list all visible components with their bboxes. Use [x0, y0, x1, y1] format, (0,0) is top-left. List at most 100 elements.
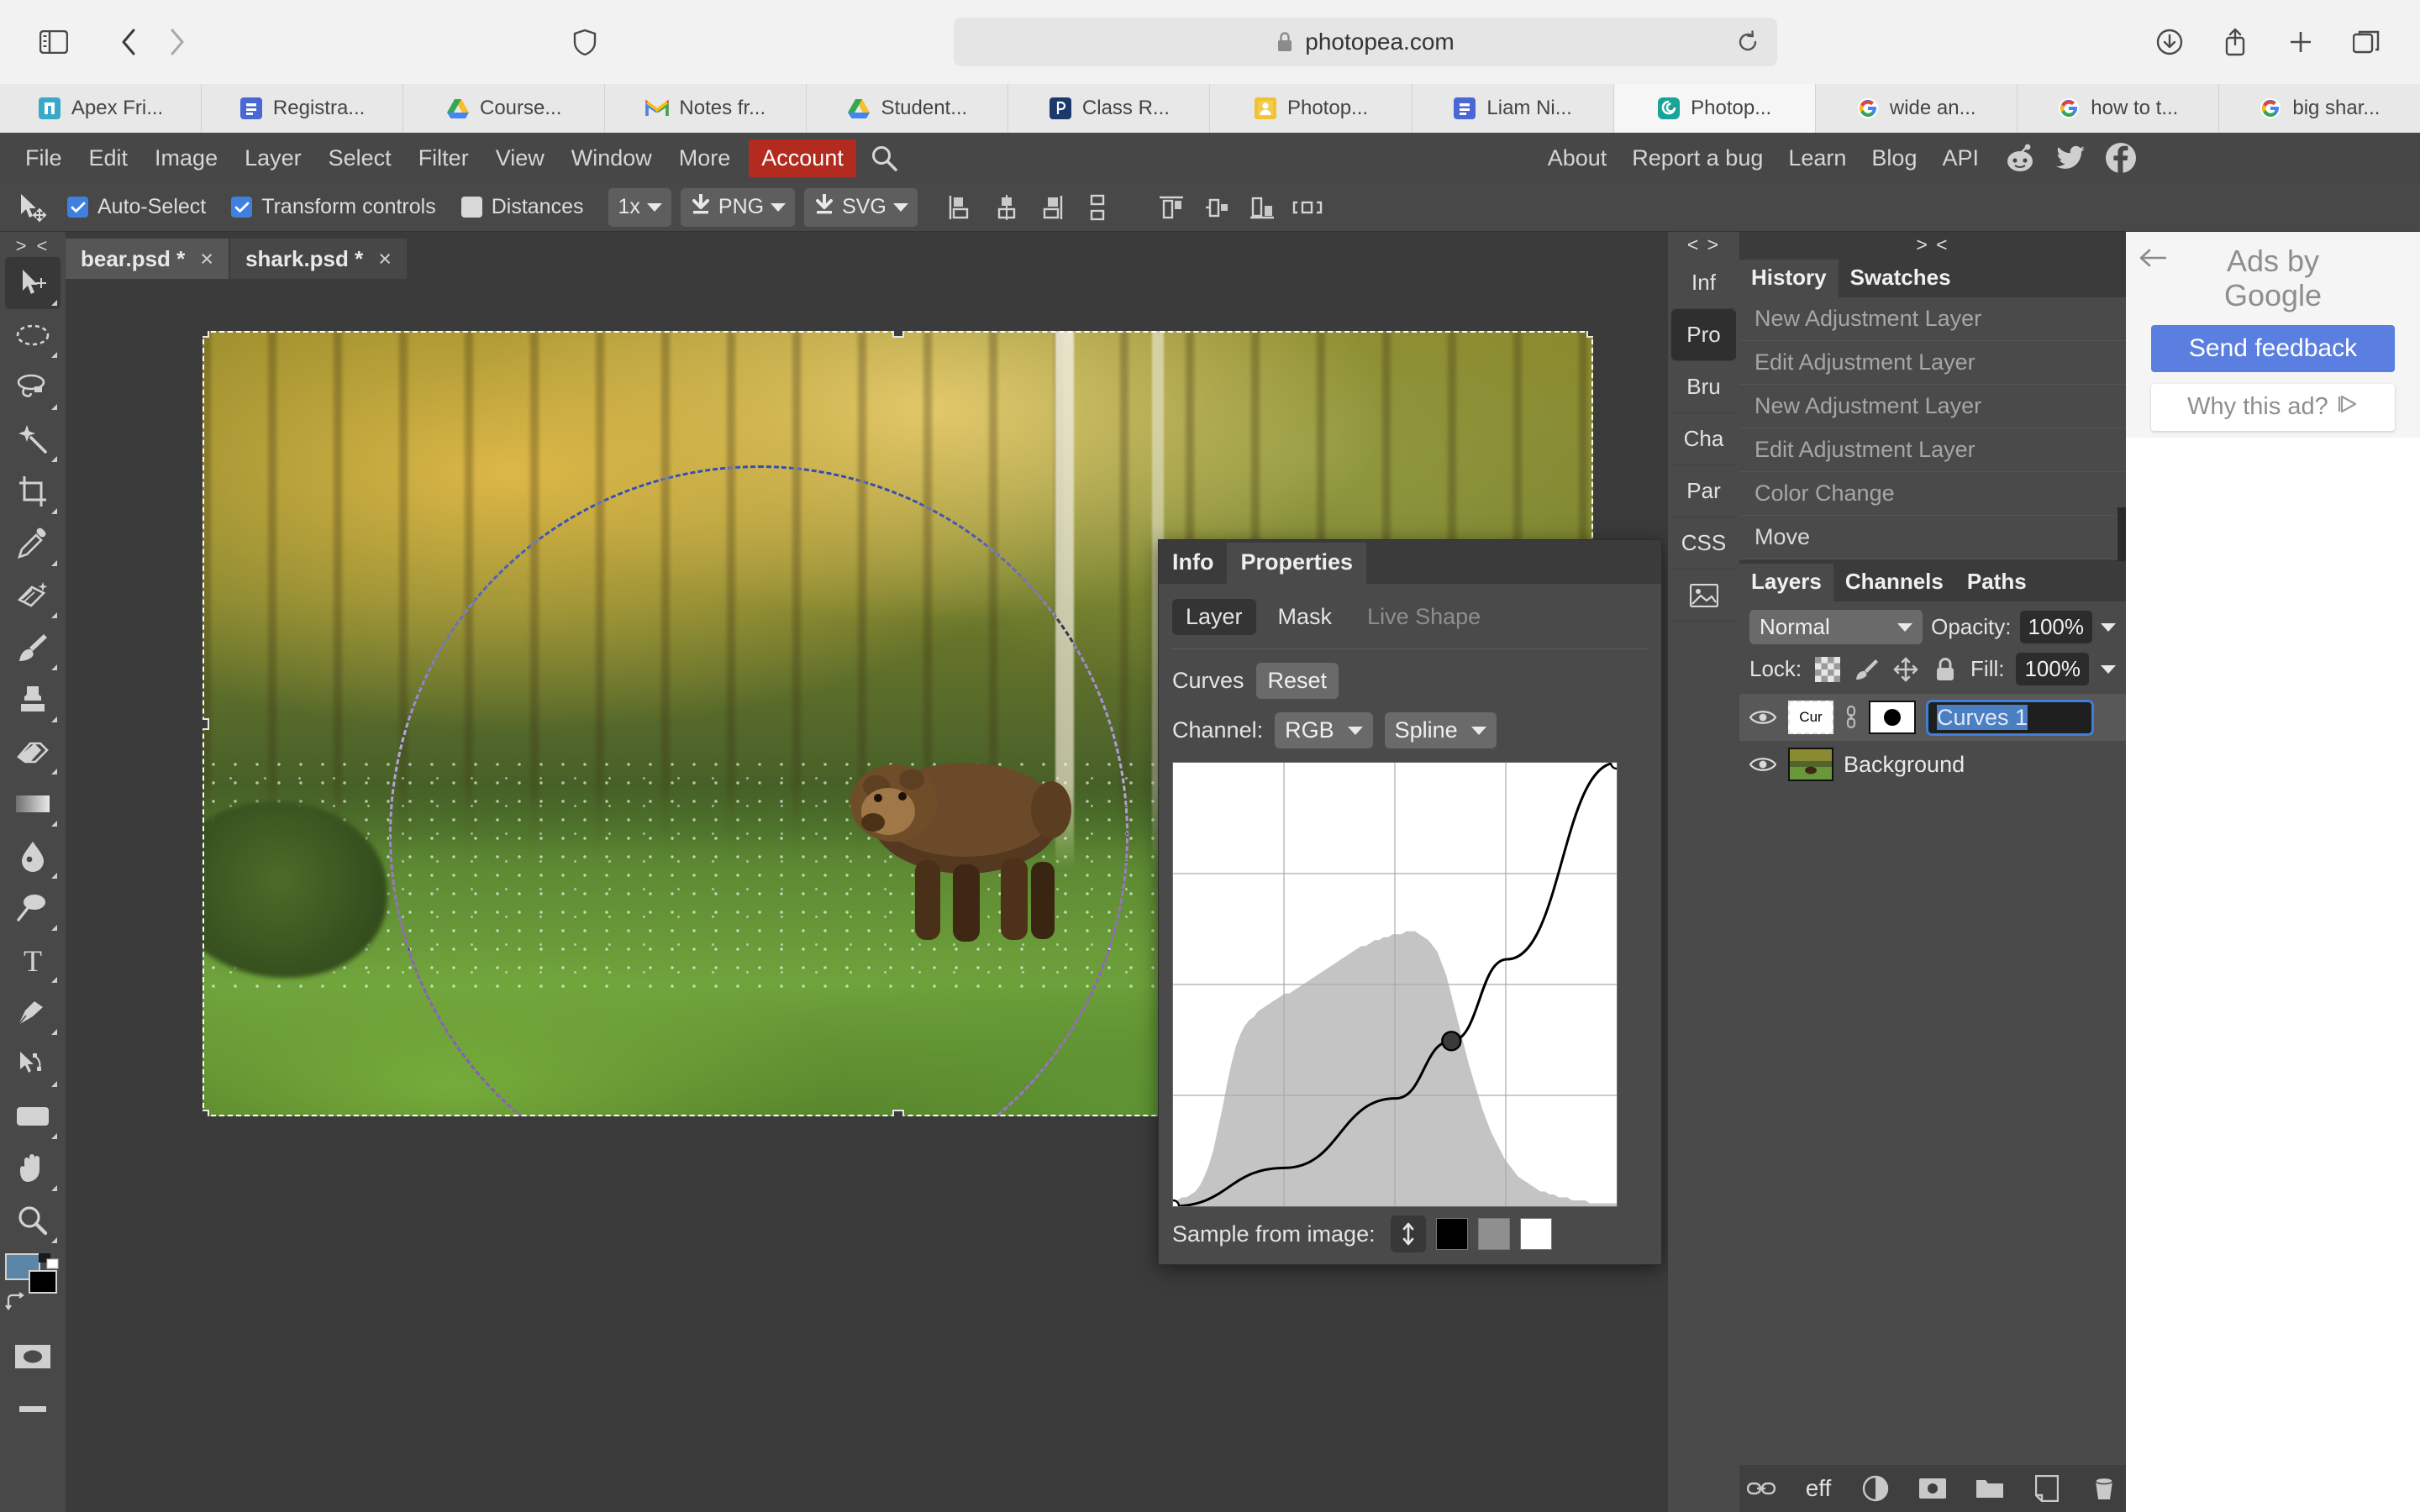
align-left-icon[interactable]: [1150, 188, 1192, 227]
opacity-value[interactable]: 100%: [2019, 611, 2092, 643]
dodge-tool[interactable]: [5, 882, 60, 934]
layer-rename-input[interactable]: Curves 1: [1926, 699, 2094, 736]
browser-tab-2[interactable]: Course...: [403, 84, 606, 133]
tab-paths[interactable]: Paths: [1954, 564, 2039, 601]
sidebar-toggle-icon[interactable]: [30, 18, 77, 66]
document-tab-bear[interactable]: bear.psd * ×: [66, 239, 229, 279]
screen-mode-toggle[interactable]: [5, 1383, 60, 1435]
menu-edit[interactable]: Edit: [76, 140, 142, 176]
paragraph-rail-item[interactable]: Par: [1671, 465, 1736, 517]
canvas-area[interactable]: Info Properties Layer Mask Live Shape Cu…: [66, 279, 1668, 1512]
history-item[interactable]: New Adjustment Layer: [1739, 297, 2126, 341]
export-png-button[interactable]: PNG: [680, 187, 796, 227]
back-arrow-icon[interactable]: [2139, 244, 2168, 275]
reddit-icon[interactable]: [1998, 136, 2042, 180]
share-icon[interactable]: [2212, 18, 2259, 66]
browser-tab-6[interactable]: Photop...: [1210, 84, 1413, 133]
add-mask-icon[interactable]: [1916, 1472, 1949, 1505]
facebook-icon[interactable]: [2099, 136, 2143, 180]
reset-button[interactable]: Reset: [1255, 663, 1339, 699]
blur-tool[interactable]: [5, 830, 60, 882]
path-select-tool[interactable]: [5, 1038, 60, 1090]
history-item[interactable]: Move: [1739, 516, 2126, 559]
properties-panel[interactable]: Info Properties Layer Mask Live Shape Cu…: [1158, 539, 1662, 1265]
zoom-tool[interactable]: [5, 1194, 60, 1247]
menu-view[interactable]: View: [482, 140, 558, 176]
browser-tab-9[interactable]: wide an...: [1815, 84, 2018, 133]
tab-overview-icon[interactable]: [2343, 18, 2390, 66]
brushes-rail-item[interactable]: Bru: [1671, 361, 1736, 413]
eye-icon[interactable]: [1748, 705, 1778, 730]
distribute-horizontal-icon[interactable]: [1286, 188, 1328, 227]
elliptical-marquee-tool[interactable]: [5, 309, 60, 361]
tab-info[interactable]: Info: [1159, 543, 1228, 584]
blend-mode-select[interactable]: Normal: [1749, 610, 1923, 644]
menu-image[interactable]: Image: [141, 140, 231, 176]
tab-layers[interactable]: Layers: [1739, 564, 1833, 601]
browser-tab-8[interactable]: Photop...: [1613, 84, 1816, 133]
fill-value[interactable]: 100%: [2016, 653, 2089, 685]
url-bar[interactable]: photopea.com: [954, 18, 1777, 66]
align-bottom-icon[interactable]: [1031, 188, 1073, 227]
history-list[interactable]: New Adjustment Layer Edit Adjustment Lay…: [1739, 297, 2126, 561]
plus-icon[interactable]: [2277, 18, 2324, 66]
background-color-swatch[interactable]: [29, 1270, 57, 1294]
search-icon[interactable]: [870, 144, 898, 172]
gradient-tool[interactable]: [5, 778, 60, 830]
history-scrollbar[interactable]: [2118, 507, 2126, 561]
transform-handle-tc[interactable]: [892, 331, 904, 338]
align-horizontal-center-icon[interactable]: [1196, 188, 1238, 227]
shield-icon[interactable]: [561, 18, 608, 66]
browser-tab-3[interactable]: Notes fr...: [605, 84, 808, 133]
image-rail-item[interactable]: [1671, 570, 1736, 622]
color-swatches[interactable]: [5, 1253, 60, 1310]
tab-properties[interactable]: Properties: [1227, 543, 1367, 584]
type-tool[interactable]: T: [5, 934, 60, 986]
link-layers-icon[interactable]: [1744, 1472, 1778, 1505]
opacity-dropdown-icon[interactable]: [2101, 622, 2116, 632]
curves-graph[interactable]: [1172, 762, 1618, 1207]
properties-rail-item[interactable]: Pro: [1671, 309, 1736, 361]
lock-pixels-icon[interactable]: [1853, 655, 1881, 684]
link-learn[interactable]: Learn: [1776, 140, 1859, 176]
close-icon[interactable]: ×: [378, 246, 392, 272]
css-rail-item[interactable]: CSS: [1671, 517, 1736, 570]
move-tool[interactable]: [5, 257, 60, 309]
layer-thumbnail-adjustment[interactable]: Cur: [1788, 701, 1833, 734]
layer-row-background[interactable]: Background: [1739, 741, 2126, 788]
browser-tab-10[interactable]: how to t...: [2017, 84, 2219, 133]
tab-history[interactable]: History: [1739, 260, 1839, 297]
menu-window[interactable]: Window: [558, 140, 666, 176]
link-blog[interactable]: Blog: [1859, 140, 1929, 176]
auto-select-checkbox[interactable]: Auto-Select: [67, 195, 206, 219]
align-vertical-center-icon[interactable]: [986, 188, 1028, 227]
eyedropper-tool[interactable]: [5, 517, 60, 570]
tab-swatches[interactable]: Swatches: [1838, 260, 1963, 297]
history-item[interactable]: Edit Adjustment Layer: [1739, 341, 2126, 385]
channel-select[interactable]: RGB: [1275, 712, 1373, 748]
clone-stamp-tool[interactable]: [5, 674, 60, 726]
crop-tool[interactable]: [5, 465, 60, 517]
history-item[interactable]: Color Change: [1739, 472, 2126, 516]
layer-thumbnail-image[interactable]: [1788, 748, 1833, 781]
sample-swatch-white[interactable]: [1519, 1218, 1552, 1250]
layer-mask-thumbnail[interactable]: [1869, 701, 1916, 734]
menu-select[interactable]: Select: [315, 140, 405, 176]
lock-all-icon[interactable]: [1931, 655, 1959, 684]
tab-channels[interactable]: Channels: [1833, 564, 1955, 601]
browser-tab-1[interactable]: Registra...: [202, 84, 404, 133]
brush-tool[interactable]: [5, 622, 60, 674]
history-item[interactable]: Edit Adjustment Layer: [1739, 428, 2126, 472]
lock-position-icon[interactable]: [1892, 655, 1920, 684]
curve-control-point[interactable]: [1441, 1031, 1462, 1052]
layer-row-curves-1[interactable]: Cur Curves 1: [1739, 694, 2126, 741]
document-tab-shark[interactable]: shark.psd * ×: [230, 239, 408, 279]
twitter-icon[interactable]: [2049, 136, 2092, 180]
why-this-ad-button[interactable]: Why this ad?: [2151, 383, 2395, 431]
export-svg-button[interactable]: SVG: [804, 187, 918, 227]
magic-wand-tool[interactable]: [5, 413, 60, 465]
send-feedback-button[interactable]: Send feedback: [2151, 324, 2395, 372]
transform-controls-checkbox[interactable]: Transform controls: [231, 195, 436, 219]
lasso-tool[interactable]: [5, 361, 60, 413]
back-arrow-icon[interactable]: [106, 18, 153, 66]
